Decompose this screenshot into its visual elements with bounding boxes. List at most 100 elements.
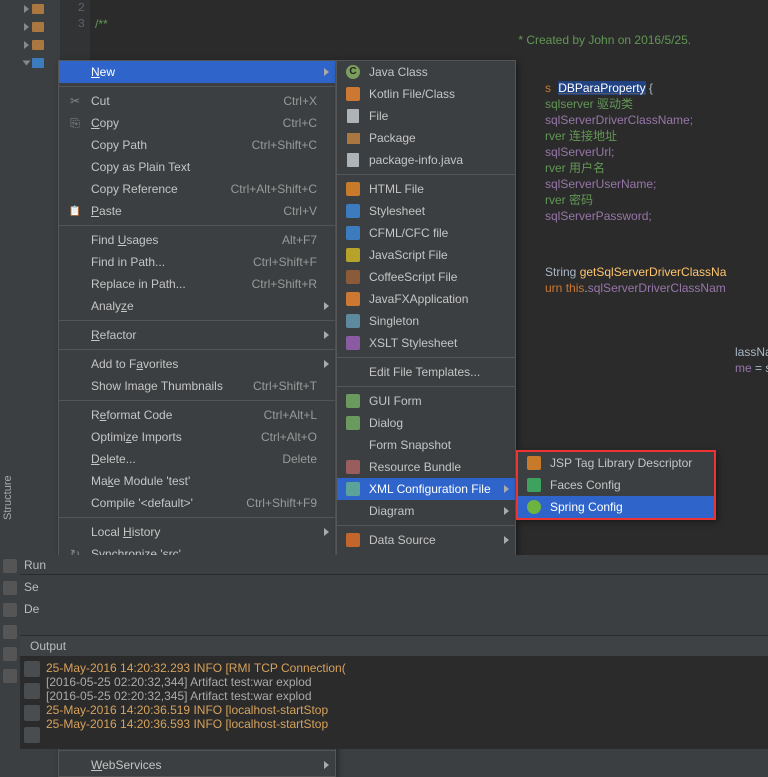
submenu-arrow-icon <box>324 528 329 536</box>
submenu-arrow-icon <box>324 761 329 769</box>
submenu-arrow-icon <box>504 507 509 515</box>
menu-paste[interactable]: PasteCtrl+V <box>59 200 335 222</box>
output-tab[interactable]: Output <box>20 635 768 657</box>
menu-kotlin[interactable]: Kotlin File/Class <box>337 83 515 105</box>
menu-data-source[interactable]: Data Source <box>337 529 515 551</box>
menu-copy-plain[interactable]: Copy as Plain Text <box>59 156 335 178</box>
menu-java-class[interactable]: CJava Class <box>337 61 515 83</box>
menu-resource-bundle[interactable]: Resource Bundle <box>337 456 515 478</box>
menu-jsp-tag-lib[interactable]: JSP Tag Library Descriptor <box>518 452 714 474</box>
menu-package[interactable]: Package <box>337 127 515 149</box>
submenu-arrow-icon <box>324 68 329 76</box>
menu-new[interactable]: New <box>59 61 335 83</box>
copy-icon <box>67 115 83 131</box>
submenu-arrow-icon <box>324 302 329 310</box>
chevron-icon <box>24 5 29 13</box>
de-partial: De <box>24 602 39 616</box>
menu-reformat[interactable]: Reformat CodeCtrl+Alt+L <box>59 404 335 426</box>
singleton-icon <box>346 314 360 328</box>
menu-stylesheet[interactable]: Stylesheet <box>337 200 515 222</box>
chevron-icon <box>24 41 29 49</box>
menu-xml-config[interactable]: XML Configuration File <box>337 478 515 500</box>
menu-replace-in-path[interactable]: Replace in Path...Ctrl+Shift+R <box>59 273 335 295</box>
menu-form-snapshot[interactable]: Form Snapshot <box>337 434 515 456</box>
menu-dialog[interactable]: Dialog <box>337 412 515 434</box>
tool-icon[interactable] <box>3 559 17 573</box>
menu-analyze[interactable]: Analyze <box>59 295 335 317</box>
run-tool-label[interactable]: Structure <box>2 475 14 520</box>
tree-item-out[interactable] <box>20 36 60 54</box>
chevron-down-icon <box>23 61 31 66</box>
menu-package-info[interactable]: package-info.java <box>337 149 515 171</box>
menu-coffeescript[interactable]: CoffeeScript File <box>337 266 515 288</box>
menu-faces-config[interactable]: Faces Config <box>518 474 714 496</box>
console-tool-icon[interactable] <box>24 705 40 721</box>
tool-icon[interactable] <box>3 603 17 617</box>
menu-spring-config[interactable]: Spring Config <box>518 496 714 518</box>
menu-local-history[interactable]: Local History <box>59 521 335 543</box>
menu-cut[interactable]: CutCtrl+X <box>59 90 335 112</box>
kotlin-icon <box>346 87 360 101</box>
menu-delete[interactable]: Delete...Delete <box>59 448 335 470</box>
menu-copy-reference[interactable]: Copy ReferenceCtrl+Alt+Shift+C <box>59 178 335 200</box>
submenu-arrow-icon <box>324 331 329 339</box>
menu-make-module[interactable]: Make Module 'test' <box>59 470 335 492</box>
console[interactable]: 25-May-2016 14:20:32.293 INFO [RMI TCP C… <box>20 657 768 749</box>
menu-optimize-imports[interactable]: Optimize ImportsCtrl+Alt+O <box>59 426 335 448</box>
tree-item-src[interactable] <box>20 54 60 72</box>
console-tool-icon[interactable] <box>24 683 40 699</box>
menu-javascript[interactable]: JavaScript File <box>337 244 515 266</box>
menu-compile[interactable]: Compile '<default>'Ctrl+Shift+F9 <box>59 492 335 514</box>
menu-copy-path[interactable]: Copy PathCtrl+Shift+C <box>59 134 335 156</box>
dialog-icon <box>346 416 360 430</box>
faces-icon <box>527 478 541 492</box>
run-toolbar[interactable]: Run <box>20 555 768 575</box>
project-tree[interactable] <box>20 0 60 555</box>
bottom-tool-rail[interactable] <box>0 555 20 749</box>
menu-javafx[interactable]: JavaFXApplication <box>337 288 515 310</box>
jsp-icon <box>527 456 541 470</box>
folder-icon <box>32 40 44 50</box>
menu-copy[interactable]: CopyCtrl+C <box>59 112 335 134</box>
file-icon <box>347 153 359 167</box>
menu-xslt[interactable]: XSLT Stylesheet <box>337 332 515 354</box>
menu-singleton[interactable]: Singleton <box>337 310 515 332</box>
run-label: Run <box>24 558 46 572</box>
chevron-icon <box>24 23 29 31</box>
menu-file[interactable]: File <box>337 105 515 127</box>
scissors-icon <box>67 93 83 109</box>
menu-webservices[interactable]: WebServices <box>59 754 335 776</box>
menu-find-usages[interactable]: Find UsagesAlt+F7 <box>59 229 335 251</box>
xslt-icon <box>346 336 360 350</box>
console-tool-icon[interactable] <box>24 661 40 677</box>
tool-icon[interactable] <box>3 647 17 661</box>
menu-thumbnails[interactable]: Show Image ThumbnailsCtrl+Shift+T <box>59 375 335 397</box>
menu-diagram[interactable]: Diagram <box>337 500 515 522</box>
tool-icon[interactable] <box>3 669 17 683</box>
coffee-icon <box>346 270 360 284</box>
menu-edit-templates[interactable]: Edit File Templates... <box>337 361 515 383</box>
menu-find-in-path[interactable]: Find in Path...Ctrl+Shift+F <box>59 251 335 273</box>
search-partial: Se <box>24 580 39 594</box>
submenu-arrow-icon <box>504 485 509 493</box>
console-tool-icon[interactable] <box>24 727 40 743</box>
tree-item-lib[interactable] <box>20 18 60 36</box>
menu-html-file[interactable]: HTML File <box>337 178 515 200</box>
menu-gui-form[interactable]: GUI Form <box>337 390 515 412</box>
menu-cfml[interactable]: CFML/CFC file <box>337 222 515 244</box>
js-icon <box>346 248 360 262</box>
tool-icon[interactable] <box>3 581 17 595</box>
css-icon <box>346 204 360 218</box>
submenu-arrow-icon <box>504 536 509 544</box>
left-tool-rail[interactable]: Structure <box>0 0 20 555</box>
menu-add-favorites[interactable]: Add to Favorites <box>59 353 335 375</box>
file-icon <box>347 109 359 123</box>
xml-config-submenu: JSP Tag Library Descriptor Faces Config … <box>516 450 716 520</box>
html-icon <box>346 182 360 196</box>
javafx-icon <box>346 292 360 306</box>
bundle-icon <box>346 460 360 474</box>
folder-icon <box>32 4 44 14</box>
tree-item-idea[interactable] <box>20 0 60 18</box>
menu-refactor[interactable]: Refactor <box>59 324 335 346</box>
tool-icon[interactable] <box>3 625 17 639</box>
